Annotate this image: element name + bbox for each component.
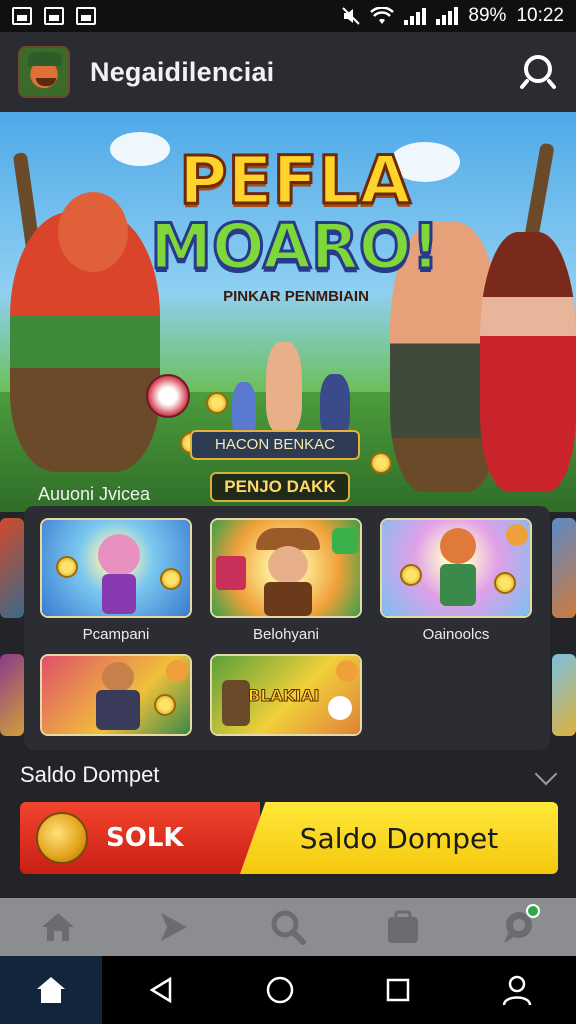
battery-percent: 89% (468, 5, 507, 26)
mute-icon (342, 7, 361, 25)
play-icon (160, 913, 187, 941)
wallet-icon (388, 910, 419, 943)
wallet-balance-bar[interactable]: SOLK Saldo Dompet (20, 802, 558, 874)
game-tile[interactable] (210, 518, 362, 618)
sys-profile-button[interactable] (458, 956, 576, 1024)
wallet-section-title: Saldo Dompet (20, 762, 160, 787)
wifi-icon (370, 7, 395, 24)
wallet-balance-button[interactable]: Saldo Dompet (240, 802, 558, 874)
game-tile-label: Oainoolcs (422, 626, 490, 643)
search-icon (271, 910, 306, 945)
game-tile[interactable]: BLAKIAI (210, 654, 362, 736)
home-icon (37, 977, 65, 1003)
hero-title: PEFLA MOARO! (149, 142, 441, 283)
circle-icon (266, 976, 293, 1004)
hero-tagline: HACON BENKAC (190, 430, 360, 460)
nav-home[interactable] (30, 902, 86, 952)
nav-search[interactable] (260, 902, 316, 952)
app-bottom-nav (0, 898, 576, 956)
hero-play-button[interactable]: PENJO DAKK (210, 472, 350, 502)
gallery-icon (12, 7, 32, 25)
app-logo[interactable] (18, 46, 70, 98)
game-tile[interactable] (40, 654, 192, 736)
nav-chat[interactable] (490, 902, 546, 952)
image-icon (44, 7, 64, 25)
app-screen: 89% 10:22 Negaidilenciai PEFLA MOARO! PI… (0, 0, 576, 1024)
user-icon (502, 975, 531, 1006)
game-tile[interactable] (40, 518, 192, 618)
sys-home-button[interactable] (0, 956, 102, 1024)
home-icon (41, 913, 74, 941)
nav-wallet[interactable] (375, 902, 431, 952)
system-nav-bar (0, 956, 576, 1024)
sys-recents-button[interactable] (339, 956, 458, 1024)
back-triangle-icon (149, 976, 172, 1004)
search-icon[interactable] (518, 52, 558, 92)
nav-play[interactable] (145, 902, 201, 952)
game-tile-label: Pcampani (82, 626, 150, 643)
hero-subtitle: PINKAR PENMBIAIN (223, 288, 369, 305)
notification-icon (76, 7, 96, 25)
hero-banner[interactable]: PEFLA MOARO! PINKAR PENMBIAIN HACON BENK… (0, 112, 576, 512)
game-tile-art-text: BLAKIAI (247, 686, 320, 706)
sys-home-circle-button[interactable] (221, 956, 340, 1024)
game-tile-label: Belohyani (253, 626, 319, 643)
wallet-coin-section[interactable]: SOLK (20, 802, 260, 874)
chevron-down-icon[interactable] (534, 762, 558, 786)
status-bar: 89% 10:22 (0, 0, 576, 32)
coin-icon (36, 812, 88, 864)
sys-back-button[interactable] (102, 956, 221, 1024)
wallet-left-label: SOLK (106, 823, 184, 853)
signal-icon-2 (436, 7, 459, 25)
games-section-label: Auuoni Jvicea (38, 484, 151, 504)
app-header: Negaidilenciai (0, 32, 576, 112)
wallet-right-label: Saldo Dompet (299, 821, 499, 855)
app-title: Negaidilenciai (90, 56, 275, 87)
square-icon (387, 978, 410, 1002)
signal-icon (404, 7, 427, 25)
game-tile[interactable] (380, 518, 532, 618)
clock: 10:22 (516, 5, 564, 26)
